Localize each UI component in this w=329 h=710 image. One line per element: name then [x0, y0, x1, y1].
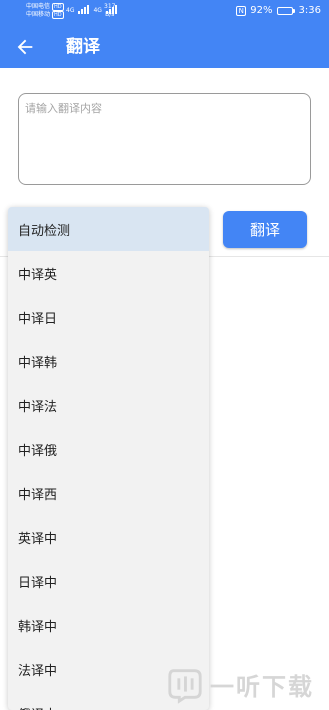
page-title: 翻译 [66, 37, 100, 57]
nfc-icon: N [236, 6, 247, 16]
network-type-2: 4G [93, 7, 102, 14]
dropdown-option[interactable]: 中译西 [8, 471, 209, 515]
translate-input[interactable] [19, 94, 310, 184]
dropdown-option[interactable]: 韩译中 [8, 603, 209, 647]
signal-strength-1-icon [78, 5, 90, 14]
dropdown-option[interactable]: 英译中 [8, 515, 209, 559]
network-speed-unit: B/s [105, 11, 115, 18]
dropdown-option[interactable]: 中译日 [8, 295, 209, 339]
dropdown-option[interactable]: 中译英 [8, 251, 209, 295]
dropdown-option[interactable]: 中译俄 [8, 427, 209, 471]
carrier-2-name: 中国移动 [26, 11, 51, 18]
battery-icon [276, 7, 295, 15]
arrow-left-icon[interactable] [14, 36, 36, 58]
network-type-1: 4G [66, 7, 75, 14]
watermark-logo-icon [168, 669, 202, 704]
carrier-2-hd-badge: HD [52, 11, 64, 19]
watermark-text: 一听下载 [210, 672, 314, 701]
carrier-1-hd-badge: HD [52, 3, 64, 11]
watermark: 一听下载 [166, 658, 329, 710]
status-right: N 92% 3:36 [236, 4, 321, 18]
translate-input-container [18, 93, 311, 185]
clock: 3:36 [298, 5, 321, 16]
app-bar: 翻译 [0, 26, 329, 68]
carrier-info: 中国电信 HD 中国移动 HD [26, 3, 64, 19]
carrier-1-name: 中国电信 [26, 3, 51, 10]
network-speed-value: 317 [104, 3, 116, 10]
translate-button[interactable]: 翻译 [223, 211, 307, 248]
language-dropdown: 自动检测中译英中译日中译韩中译法中译俄中译西英译中日译中韩译中法译中俄译中 [8, 207, 209, 710]
status-bar: 中国电信 HD 中国移动 HD 4G 4G 317 B/s N 92% 3:36 [0, 0, 329, 26]
battery-percent: 92% [250, 5, 273, 16]
dropdown-option[interactable]: 自动检测 [8, 207, 209, 251]
dropdown-option[interactable]: 日译中 [8, 559, 209, 603]
dropdown-option[interactable]: 中译韩 [8, 339, 209, 383]
network-speed: 317 B/s [104, 3, 115, 19]
dropdown-option[interactable]: 中译法 [8, 383, 209, 427]
